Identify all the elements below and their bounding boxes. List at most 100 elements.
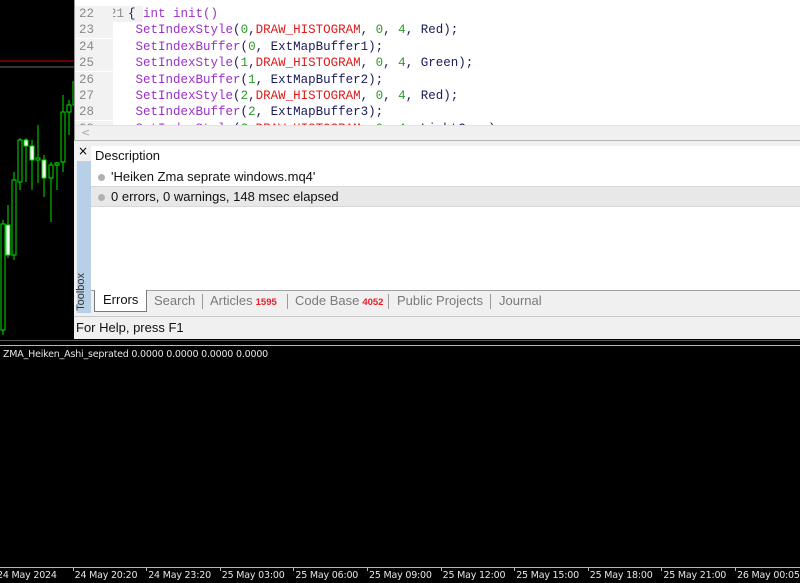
code-token: , ExtMapBuffer2); <box>255 72 384 87</box>
horizontal-scrollbar[interactable]: < <box>75 125 800 140</box>
time-label: 24 May 20:20 <box>74 570 138 581</box>
time-label: 25 May 12:00 <box>442 570 506 581</box>
code-token: ( <box>233 56 241 71</box>
code-line[interactable]: 27 SetIndexStyle(2,DRAW_HISTOGRAM, 0, 4,… <box>75 88 458 104</box>
close-icon[interactable]: × <box>78 144 88 158</box>
line-number: 25 <box>75 55 113 72</box>
subwindow-splitter[interactable] <box>0 340 800 346</box>
code-token: , <box>248 89 256 103</box>
time-tick <box>440 568 442 571</box>
candle-body <box>66 104 72 113</box>
tab-search[interactable]: Search <box>154 291 195 311</box>
status-bar: For Help, press F1 <box>74 316 800 339</box>
code-token: 4 <box>398 23 406 38</box>
time-tick <box>587 568 589 571</box>
candle-body <box>11 179 17 256</box>
candle-body <box>23 139 29 147</box>
code-token: 1 <box>240 56 249 71</box>
code-line[interactable]: 23 SetIndexStyle(0,DRAW_HISTOGRAM, 0, 4,… <box>75 22 459 39</box>
info-icon <box>98 194 105 202</box>
candle-body <box>54 162 60 166</box>
line-number: 23 <box>75 22 113 39</box>
code-token: , <box>383 23 399 38</box>
code-token: 2 <box>248 105 256 120</box>
price-chart[interactable] <box>0 0 74 340</box>
code-token: SetIndexStyle <box>135 23 234 38</box>
code-token: SetIndexBuffer <box>135 105 241 120</box>
code-token: , <box>248 23 256 38</box>
code-line[interactable]: 25 SetIndexStyle(1,DRAW_HISTOGRAM, 0, 4,… <box>75 55 474 72</box>
candle-body <box>29 145 35 161</box>
time-label: 26 May 00:05 <box>737 570 800 581</box>
candle-body <box>17 139 23 183</box>
code-token: 2 <box>240 89 249 103</box>
code-token: , Red); <box>405 89 459 103</box>
time-label: 25 May 06:00 <box>295 570 359 581</box>
time-label: 25 May 03:00 <box>221 570 285 581</box>
scroll-left-icon[interactable]: < <box>81 126 90 139</box>
code-token: ( <box>240 72 249 87</box>
line-number: 28 <box>75 104 113 121</box>
code-token: 4 <box>398 89 406 103</box>
toolbox-rail[interactable]: Toolbox <box>75 161 91 313</box>
time-tick <box>72 568 74 571</box>
code-token: , ExtMapBuffer1); <box>255 39 384 54</box>
code-token: , ExtMapBuffer3); <box>255 105 384 120</box>
time-label: 24 May 23:20 <box>148 570 211 581</box>
code-token: SetIndexBuffer <box>135 39 241 54</box>
tab-code-base[interactable]: Code Base 4052 <box>295 291 383 311</box>
toolbox-tabs: Errors Search Articles 1595 Code Base 4052… <box>91 290 800 314</box>
code-token: DRAW_HISTOGRAM <box>255 56 361 71</box>
code-token: 0 <box>240 23 249 38</box>
code-token: , <box>383 56 399 71</box>
candle-body <box>60 111 66 163</box>
code-token: 0 <box>248 39 256 54</box>
time-tick <box>735 568 736 571</box>
code-token: , Red); <box>405 23 459 38</box>
code-token: 1 <box>248 72 256 87</box>
time-tick <box>367 568 368 571</box>
tab-articles[interactable]: Articles 1595 <box>210 291 277 311</box>
candle-body <box>35 157 41 161</box>
code-line[interactable]: 22 { <box>75 6 136 22</box>
time-tick <box>661 568 663 571</box>
code-token: ( <box>240 105 249 120</box>
time-label: 25 May 15:00 <box>516 570 579 581</box>
tab-public-projects[interactable]: Public Projects <box>397 291 483 311</box>
articles-count-badge: 1595 <box>255 297 277 308</box>
list-item[interactable]: 0 errors, 0 warnings, 148 msec elapsed <box>91 186 800 207</box>
line-number: 26 <box>75 71 113 88</box>
list-item[interactable]: 'Heiken Zma seprate windows.mq4' <box>91 166 800 186</box>
toolbox-panel: × Toolbox Description 'Heiken Zma seprat… <box>74 140 800 317</box>
code-token: ( <box>233 23 241 38</box>
code-editor[interactable]: 21 int init() 22 {23 SetIndexStyle(0,DRAW… <box>74 0 800 140</box>
tab-divider <box>202 294 203 309</box>
candle-body <box>41 159 47 179</box>
code-line[interactable]: 24 SetIndexBuffer(0, ExtMapBuffer1); <box>75 38 384 55</box>
line-number: 22 <box>75 6 113 22</box>
line-number: 27 <box>75 88 113 104</box>
time-axis: 24 May 2024 24 May 20:20 24 May 23:20 25 Ma… <box>0 567 800 583</box>
tab-journal[interactable]: Journal <box>499 291 542 311</box>
tab-divider <box>490 294 491 309</box>
description-column-header[interactable]: Description <box>91 146 800 166</box>
code-token: , <box>360 89 376 103</box>
code-line[interactable]: 26 SetIndexBuffer(1, ExtMapBuffer2); <box>75 71 384 88</box>
code-line[interactable]: 28 SetIndexBuffer(2, ExtMapBuffer3); <box>75 104 384 121</box>
toolbox-label: Toolbox <box>75 273 87 311</box>
code-token: DRAW_HISTOGRAM <box>255 89 361 103</box>
code-token: , Green); <box>405 56 474 71</box>
indicator-label: ZMA_Heiken_Ashi_seprated 0.0000 0.0000 0… <box>3 349 269 360</box>
indicator-subwindow[interactable]: ZMA_Heiken_Ashi_seprated 0.0000 0.0000 0… <box>0 347 800 567</box>
code-token: SetIndexStyle <box>135 56 234 71</box>
status-text: For Help, press F1 <box>76 320 184 335</box>
code-token: { <box>113 7 136 21</box>
candle-body <box>5 224 11 256</box>
tab-errors[interactable]: Errors <box>94 290 148 312</box>
candle-body <box>48 164 54 179</box>
